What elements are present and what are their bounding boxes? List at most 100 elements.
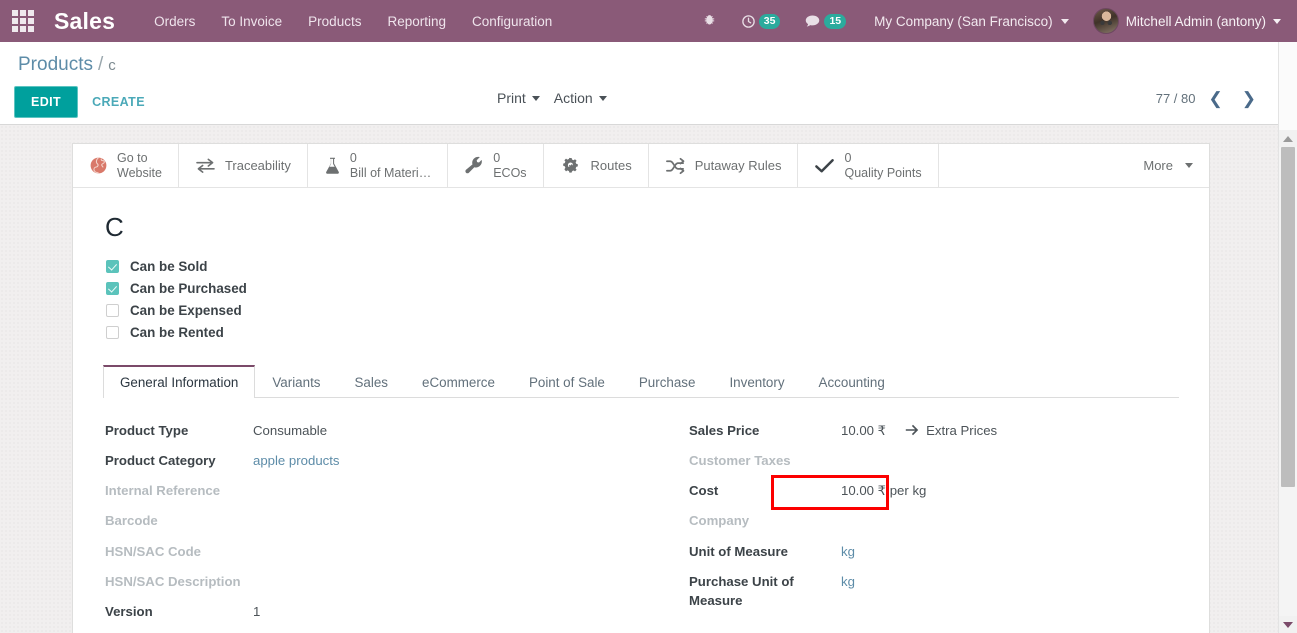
user-menu[interactable]: Mitchell Admin (antony) [1079,8,1287,34]
tab-ecommerce[interactable]: eCommerce [405,365,512,398]
checkbox-can-be-sold[interactable] [106,260,119,273]
record-pager: 77 / 80 ❮ ❯ [1156,90,1262,107]
stat-button-more[interactable]: More [1127,144,1209,187]
menu-item-orders[interactable]: Orders [141,8,208,35]
stat-button-traceability[interactable]: Traceability [179,144,308,187]
chevron-left-icon[interactable]: ❮ [1203,90,1229,107]
messages-menu[interactable]: 15 [792,0,858,42]
field-label: Customer Taxes [689,453,791,469]
action-label: Action [553,90,593,106]
product-form-sheet: Go to Website Traceability 0 Bill of Mat… [72,143,1210,633]
company-switcher[interactable]: My Company (San Francisco) [858,14,1079,29]
control-panel: Products / c EDIT CREATE Print Action 77 /… [0,42,1278,125]
flask-icon [326,157,339,174]
vertical-scrollbar[interactable] [1278,42,1297,633]
field-label: Internal Reference [105,483,221,499]
stat-button-routes[interactable]: Routes [544,144,649,187]
field-label: Product Category [105,453,216,469]
activities-menu[interactable]: 35 [729,0,793,42]
company-name: My Company (San Francisco) [874,13,1053,29]
chevron-down-icon [598,95,607,101]
checkbox-row-can-be-sold[interactable]: Can be Sold [106,259,1179,274]
tab-purchase[interactable]: Purchase [622,365,713,398]
scrollbar-thumb[interactable] [1281,147,1295,487]
stat-button-bill-of-materials[interactable]: 0 Bill of Materi… [308,144,449,187]
print-dropdown[interactable]: Print [497,90,540,106]
form-background: Go to Website Traceability 0 Bill of Mat… [0,125,1278,633]
app-brand-title[interactable]: Sales [54,8,115,35]
checkbox-can-be-purchased[interactable] [106,282,119,295]
edit-button[interactable]: EDIT [14,86,79,118]
scroll-up-arrow-icon[interactable] [1279,130,1297,147]
field-value[interactable]: 1 [253,601,260,621]
tab-sales[interactable]: Sales [338,365,406,398]
top-navbar: Sales Orders To Invoice Products Reporti… [0,0,1297,42]
field-value[interactable]: kg [841,541,855,561]
extra-prices-button[interactable]: Extra Prices [905,423,997,438]
breadcrumb-separator: / [97,54,104,75]
tab-variants[interactable]: Variants [255,365,337,398]
field-hsn-sac-description: HSN/SAC Description [105,571,641,591]
menu-item-to-invoice[interactable]: To Invoice [208,8,295,35]
field-label: HSN/SAC Code [105,543,201,559]
checkbox-label-can-be-sold[interactable]: Can be Sold [130,259,207,274]
field-value[interactable]: 10.00 ₹ [841,420,886,440]
product-flags: Can be Sold Can be Purchased Can be Expe… [106,259,1179,340]
stat-button-label: More [1143,158,1173,173]
menu-item-configuration[interactable]: Configuration [459,8,565,35]
checkbox-can-be-rented[interactable] [106,326,119,339]
tab-accounting[interactable]: Accounting [802,365,902,398]
stat-button-text: Go to Website [117,151,162,181]
bug-icon[interactable] [690,0,729,42]
field-label: Sales Price [689,423,760,438]
field-value[interactable]: kg [841,571,855,591]
field-label: Purchase Unit of Measure [689,573,794,608]
field-value[interactable]: apple products [253,450,340,470]
action-dropdown[interactable]: Action [554,90,607,106]
menu-item-reporting[interactable]: Reporting [374,8,459,35]
create-button[interactable]: CREATE [78,87,159,117]
page-title: C [105,212,124,242]
checkbox-can-be-expensed[interactable] [106,304,119,317]
stat-button-quality-points[interactable]: 0 Quality Points [798,144,939,187]
control-panel-buttons: EDIT CREATE [14,86,159,118]
cost-field-value[interactable]: 10.00 ₹ per kg [841,480,926,500]
stat-button-value: 0 [493,150,501,165]
stat-button-ecos[interactable]: 0 ECOs [448,144,544,187]
wrench-icon [465,156,483,173]
stat-button-putaway-rules[interactable]: Putaway Rules [649,144,799,187]
apps-grid-icon[interactable] [0,0,46,42]
checkbox-label-can-be-purchased[interactable]: Can be Purchased [130,281,247,296]
user-name: Mitchell Admin (antony) [1125,13,1266,29]
messages-badge: 15 [824,13,847,29]
check-icon [815,158,835,172]
breadcrumb: Products / c [0,42,1278,76]
field-company: Company [689,510,1177,530]
checkbox-row-can-be-expensed[interactable]: Can be Expensed [106,303,1179,318]
globe-icon [90,157,107,174]
field-product-type: Product Type Consumable [105,420,641,440]
sales-price-group: 10.00 ₹ Extra Prices [841,420,997,440]
stat-button-go-to-website[interactable]: Go to Website [73,144,179,187]
scroll-down-arrow-icon[interactable] [1279,616,1297,633]
tab-general-information[interactable]: General Information [103,365,256,398]
chevron-right-icon[interactable]: ❯ [1236,90,1262,107]
tab-point-of-sale[interactable]: Point of Sale [512,365,622,398]
field-internal-reference: Internal Reference [105,480,641,500]
checkbox-label-can-be-rented[interactable]: Can be Rented [130,325,224,340]
exchange-icon [196,158,215,173]
breadcrumb-current: c [108,57,116,74]
field-cost: Cost 10.00 ₹ per kg [689,480,1177,500]
breadcrumb-products[interactable]: Products [18,54,93,75]
menu-item-products[interactable]: Products [295,8,374,35]
checkbox-row-can-be-rented[interactable]: Can be Rented [106,325,1179,340]
checkbox-row-can-be-purchased[interactable]: Can be Purchased [106,281,1179,296]
tab-inventory[interactable]: Inventory [712,365,801,398]
field-customer-taxes: Customer Taxes [689,450,1177,470]
main-menu: Orders To Invoice Products Reporting Con… [141,8,565,35]
field-value[interactable]: Consumable [253,420,327,440]
stat-button-text: 0 Quality Points [844,151,921,181]
control-panel-dropdowns: Print Action [497,90,607,106]
checkbox-label-can-be-expensed[interactable]: Can be Expensed [130,303,242,318]
avatar [1092,8,1119,34]
